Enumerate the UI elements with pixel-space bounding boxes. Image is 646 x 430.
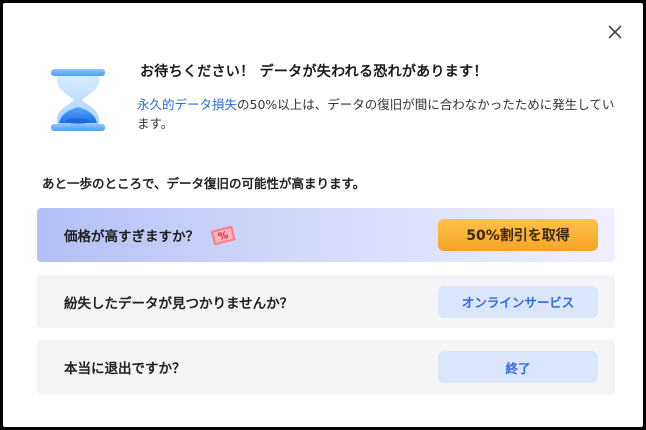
discount-tag-icon: %	[211, 225, 236, 245]
option-row-data-not-found: 紛失したデータが見つかりませんか？ オンラインサービス	[37, 275, 615, 328]
subheading: あと一歩のところで、データ復旧の可能性が高まります。	[42, 176, 366, 191]
online-service-button[interactable]: オンラインサービス	[438, 285, 598, 318]
option-label-data-not-found: 紛失したデータが見つかりませんか？	[64, 295, 294, 312]
dialog-description: 永久的データ損失の50%以上は、データの復旧が間に合わなかったために発生していま…	[137, 95, 617, 133]
exit-button[interactable]: 終了	[438, 351, 598, 383]
option-label-price: 価格が高すぎますか？	[64, 229, 199, 245]
option-row-exit: 本当に退出ですか？ 終了	[37, 340, 615, 394]
dialog-title: お待ちください！ データが失われる恐れがあります！	[140, 64, 488, 80]
exit-retention-dialog: お待ちください！ データが失われる恐れがあります！ 永久的データ損失の50%以上…	[3, 3, 643, 427]
option-label-exit: 本当に退出ですか？	[64, 361, 186, 377]
description-highlight: 永久的データ損失	[137, 97, 238, 112]
close-icon[interactable]	[606, 23, 624, 41]
option-row-price: 価格が高すぎますか？ % 50%割引を取得	[37, 208, 615, 262]
hourglass-icon	[51, 69, 105, 131]
get-discount-button[interactable]: 50%割引を取得	[438, 219, 598, 251]
